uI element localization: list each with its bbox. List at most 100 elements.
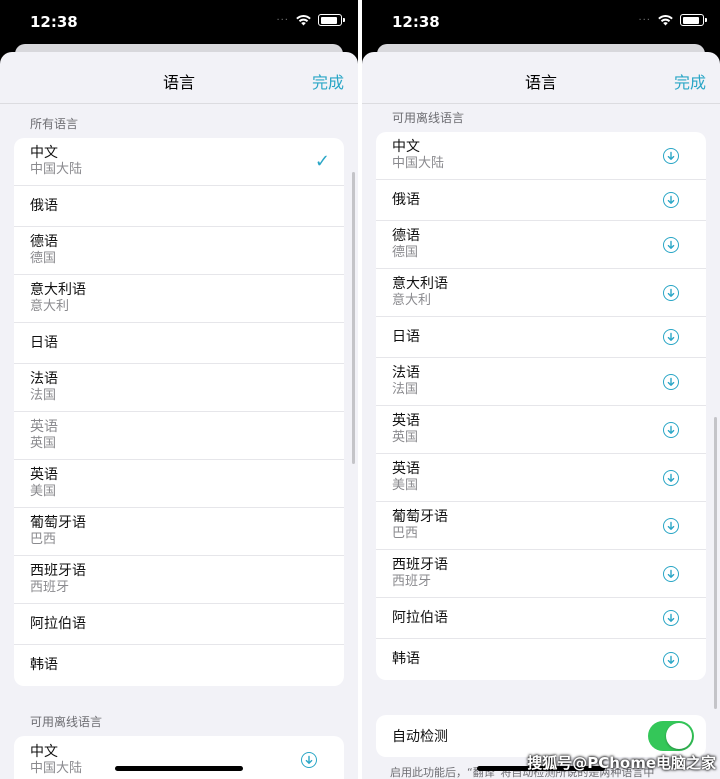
language-region: 德国	[392, 245, 419, 260]
language-row[interactable]: 阿拉伯语	[14, 604, 344, 645]
language-name: 葡萄牙语	[30, 515, 86, 531]
language-name: 阿拉伯语	[392, 609, 448, 626]
language-row[interactable]: 俄语	[376, 180, 706, 221]
nav-bar: 语言 完成	[0, 52, 358, 104]
language-region: 西班牙	[30, 580, 70, 595]
language-region: 意大利	[392, 293, 432, 308]
language-region: 法国	[392, 382, 419, 397]
watermark: 搜狐号@PChome电脑之家	[527, 754, 716, 772]
right-screen: 12:38 ··· 语言 完成 可用离线语言 中文 中国大陆 俄语 德语 德国 意大利语意…	[362, 0, 720, 779]
language-region: 英国	[392, 430, 419, 445]
language-name: 英语	[392, 413, 420, 429]
language-region: 中国大陆	[30, 162, 83, 177]
language-region: 德国	[30, 251, 57, 266]
status-icons: ···	[276, 14, 345, 26]
language-row[interactable]: 意大利语 意大利	[376, 269, 706, 317]
language-region: 西班牙	[392, 574, 432, 589]
language-sheet: 语言 完成 所有语言 中文 中国大陆 ✓ 俄语 德语 德国 意大利语 意大利 日语 法语 法国 英语英…	[0, 52, 358, 779]
download-circle-icon[interactable]	[663, 517, 679, 534]
download-circle-icon[interactable]	[663, 373, 679, 390]
language-region: 美国	[30, 484, 57, 499]
language-row[interactable]: 英语 美国	[376, 454, 706, 502]
language-row[interactable]: 英语 英国	[376, 406, 706, 454]
language-row[interactable]: 法语 法国	[376, 358, 706, 406]
language-row[interactable]: 意大利语 意大利	[14, 275, 344, 323]
language-region: 美国	[392, 478, 419, 493]
language-row[interactable]: 英语 英国	[14, 412, 344, 460]
language-row[interactable]: 德语 德国	[376, 221, 706, 269]
scrollbar[interactable]	[714, 417, 717, 709]
download-circle-icon[interactable]	[663, 147, 679, 164]
status-bar: 12:38 ···	[362, 0, 720, 44]
language-row[interactable]: 英语 美国	[14, 460, 344, 508]
language-row[interactable]: 德语 德国	[14, 227, 344, 275]
language-row[interactable]: 日语	[376, 317, 706, 358]
language-name: 意大利语	[392, 276, 448, 292]
offline-languages-header: 可用离线语言	[392, 111, 465, 125]
all-languages-list: 中文 中国大陆 ✓ 俄语 德语 德国 意大利语 意大利 日语 法语 法国 英语 英国 英语 美国 葡萄牙语 巴西…	[14, 138, 344, 686]
download-circle-icon[interactable]	[663, 329, 679, 345]
language-name: 英语	[392, 461, 420, 477]
language-name: 中文	[30, 145, 58, 161]
offline-languages-list: 中文 中国大陆	[14, 736, 344, 779]
language-name: 俄语	[392, 191, 420, 208]
language-name: 葡萄牙语	[392, 509, 448, 525]
language-name: 法语	[392, 365, 420, 381]
language-row[interactable]: 中文 中国大陆 ✓	[14, 138, 344, 186]
home-indicator	[115, 766, 243, 771]
status-icons: ···	[638, 14, 707, 26]
done-button[interactable]: 完成	[312, 69, 344, 93]
language-row[interactable]: 韩语	[14, 645, 344, 686]
offline-languages-header: 可用离线语言	[30, 715, 103, 729]
language-name: 日语	[392, 328, 420, 345]
download-circle-icon[interactable]	[663, 651, 679, 668]
left-screen: 12:38 ··· 语言 完成 所有语言 中文 中国大陆 ✓ 俄语 德语 德国 意大利语 意大…	[0, 0, 358, 779]
download-circle-icon[interactable]	[663, 421, 679, 438]
language-row[interactable]: 西班牙语 西班牙	[14, 556, 344, 604]
language-row[interactable]: 中文 中国大陆	[376, 132, 706, 180]
language-row[interactable]: 葡萄牙语 巴西	[376, 502, 706, 550]
battery-icon	[680, 14, 707, 26]
language-region: 意大利	[30, 299, 70, 314]
download-circle-icon[interactable]	[301, 752, 317, 768]
offline-language-row[interactable]: 中文 中国大陆	[14, 736, 344, 779]
language-row[interactable]: 俄语	[14, 186, 344, 227]
download-circle-icon[interactable]	[663, 192, 679, 208]
language-region: 巴西	[392, 526, 419, 541]
language-row[interactable]: 葡萄牙语 巴西	[14, 508, 344, 556]
language-name: 西班牙语	[30, 563, 86, 579]
nav-bar: 语言 完成	[362, 52, 720, 104]
language-name: 韩语	[30, 657, 58, 673]
language-name: 韩语	[392, 651, 420, 667]
download-circle-icon[interactable]	[663, 284, 679, 301]
language-name: 英语	[30, 419, 58, 435]
language-name: 英语	[30, 467, 58, 483]
language-row[interactable]: 日语	[14, 323, 344, 364]
checkmark-icon: ✓	[314, 151, 330, 172]
language-name: 西班牙语	[392, 557, 448, 573]
download-circle-icon[interactable]	[663, 469, 679, 486]
download-circle-icon[interactable]	[663, 565, 679, 582]
download-circle-icon[interactable]	[663, 610, 679, 626]
language-name: 意大利语	[30, 282, 86, 298]
language-name: 日语	[30, 334, 58, 351]
dots-icon: ···	[276, 14, 289, 26]
language-row[interactable]: 西班牙语 西班牙	[376, 550, 706, 598]
language-row[interactable]: 法语 法国	[14, 364, 344, 412]
language-name: 德语	[30, 234, 58, 250]
download-circle-icon[interactable]	[663, 236, 679, 253]
language-region: 法国	[30, 388, 57, 403]
nav-title: 语言	[524, 73, 557, 92]
language-name: 中文	[30, 743, 58, 760]
auto-detect-toggle[interactable]	[648, 721, 694, 751]
done-button[interactable]: 完成	[674, 69, 706, 93]
language-row[interactable]: 阿拉伯语	[376, 598, 706, 639]
nav-title: 语言	[162, 73, 195, 92]
scrollbar[interactable]	[352, 172, 355, 464]
language-row[interactable]: 韩语	[376, 639, 706, 680]
status-time: 12:38	[30, 13, 78, 31]
language-name: 中文	[392, 139, 420, 155]
auto-detect-label: 自动检测	[392, 729, 448, 745]
language-name: 德语	[392, 228, 420, 244]
status-bar: 12:38 ···	[0, 0, 358, 44]
